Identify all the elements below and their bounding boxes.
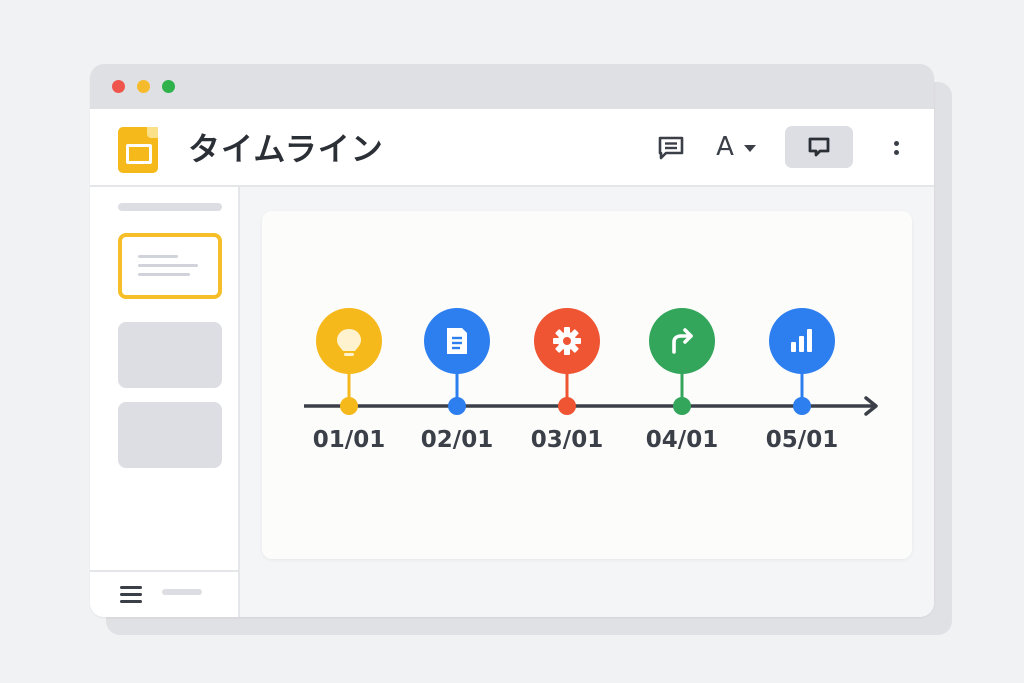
timeline [304,308,878,416]
minimize-window-button[interactable] [137,80,150,93]
slide-panel [90,187,240,617]
milestone-date-label: 04/01 [645,427,719,453]
title-bar [90,64,934,109]
menu-icon[interactable] [120,586,142,604]
document-icon [447,328,467,354]
comment-button[interactable] [656,133,686,163]
slide-thumbnail-3[interactable] [118,402,222,468]
comment-icon [658,136,684,160]
timeline-milestone[interactable] [424,308,490,415]
timeline-milestone[interactable] [316,308,382,415]
editor-canvas: 01/01 02/01 03/01 04/01 05/01 [240,187,934,617]
close-window-button[interactable] [112,80,125,93]
chevron-down-icon [743,144,756,152]
present-icon [808,137,830,157]
font-dropdown[interactable]: A [710,131,762,163]
font-label: A [716,132,734,162]
timeline-milestone[interactable] [649,308,715,415]
timeline-milestone[interactable] [534,308,600,415]
slide-canvas[interactable]: 01/01 02/01 03/01 04/01 05/01 [262,211,912,559]
slides-icon[interactable] [118,127,158,173]
slide-panel-header [118,203,222,211]
milestone-date-label: 02/01 [420,427,494,453]
document-title[interactable]: タイムライン [188,124,384,170]
timeline-milestone[interactable] [769,308,835,415]
more-vertical-icon[interactable] [886,133,906,163]
app-window: タイムライン A 01/01 02/01 03/01 04/01 05/01 [90,64,934,617]
present-button[interactable] [785,126,853,168]
milestone-date-label: 01/01 [312,427,386,453]
gear-icon [553,327,581,355]
maximize-window-button[interactable] [162,80,175,93]
slide-thumbnail-1[interactable] [118,233,222,299]
slide-thumbnail-2[interactable] [118,322,222,388]
milestone-date-label: 03/01 [530,427,604,453]
slide-panel-footer [90,570,238,617]
milestone-date-label: 05/01 [765,427,839,453]
footer-placeholder [162,589,202,595]
toolbar: タイムライン A [90,109,934,187]
